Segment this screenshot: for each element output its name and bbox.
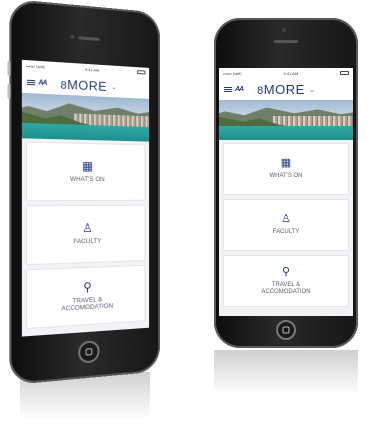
person-icon: ♙ (281, 213, 291, 226)
card-travel-accomodation[interactable]: ⚲ TRAVEL & ACCOMODATION (25, 264, 146, 330)
battery-icon (137, 70, 146, 75)
chevron-down-icon[interactable]: ⌄ (111, 82, 117, 91)
card-faculty[interactable]: ♙ FACULTY (25, 204, 146, 266)
battery-icon (339, 71, 349, 75)
lake-banner-image (21, 92, 150, 142)
carrier-signal: •••oo ⟨wifi⟩ (223, 70, 242, 76)
card-label: TRAVEL & ACCOMODATION (261, 281, 311, 295)
card-whats-on[interactable]: ▦ WHAT'S ON (25, 141, 146, 202)
menu-cards: ▦ WHAT'S ON ♙ FACULTY ⚲ TRAVEL & ACCOMOD… (219, 140, 353, 310)
card-label: WHAT'S ON (269, 173, 303, 180)
phone-right: •••oo ⟨wifi⟩ 9:41 AM AA 8MORE ⌄ ▦ WHAT'S… (214, 18, 358, 348)
card-travel-accomodation[interactable]: ⚲ TRAVEL & ACCOMODATION (223, 255, 349, 307)
carrier-signal: •••oo ⟨wifi⟩ (25, 62, 46, 69)
right-phone-reflection (214, 350, 358, 406)
app-title[interactable]: 8MORE (61, 76, 107, 93)
card-faculty[interactable]: ♙ FACULTY (223, 199, 349, 251)
status-time: 9:41 AM (85, 66, 100, 73)
phone-left: •••oo ⟨wifi⟩ 9:41 AM AA 8MORE ⌄ ▦ WHAT'S… (7, 0, 160, 386)
brand-logo: AA (235, 85, 244, 93)
status-bar: •••oo ⟨wifi⟩ 9:41 AM (219, 68, 353, 78)
app-header: AA 8MORE ⌄ (219, 78, 353, 100)
hamburger-menu-icon[interactable] (27, 79, 36, 85)
brand-logo: AA (38, 78, 47, 87)
app-title[interactable]: 8MORE (257, 82, 305, 97)
card-label: TRAVEL & ACCOMODATION (61, 295, 114, 313)
calendar-icon: ▦ (280, 157, 292, 170)
lake-banner-image (219, 100, 353, 140)
card-label: FACULTY (73, 237, 102, 246)
person-icon: ♙ (82, 221, 93, 236)
chevron-down-icon[interactable]: ⌄ (309, 85, 316, 94)
location-pin-icon: ⚲ (281, 265, 291, 278)
card-label: FACULTY (272, 229, 300, 236)
app-screen: •••oo ⟨wifi⟩ 9:41 AM AA 8MORE ⌄ ▦ WHAT'S… (219, 68, 353, 316)
card-whats-on[interactable]: ▦ WHAT'S ON (223, 143, 349, 195)
home-button[interactable] (276, 320, 296, 340)
speaker-grille (274, 40, 298, 43)
calendar-icon: ▦ (81, 159, 93, 174)
menu-cards: ▦ WHAT'S ON ♙ FACULTY ⚲ TRAVEL & ACCOMOD… (22, 138, 149, 332)
volume-up-button (7, 60, 11, 76)
app-screen: •••oo ⟨wifi⟩ 9:41 AM AA 8MORE ⌄ ▦ WHAT'S… (21, 59, 150, 337)
hamburger-menu-icon[interactable] (224, 86, 232, 92)
location-pin-icon: ⚲ (83, 279, 92, 294)
front-camera-icon (282, 28, 286, 32)
front-camera-icon (70, 34, 75, 40)
volume-down-button (7, 83, 11, 99)
status-time: 9:41 AM (283, 70, 299, 76)
card-label: WHAT'S ON (69, 176, 105, 184)
